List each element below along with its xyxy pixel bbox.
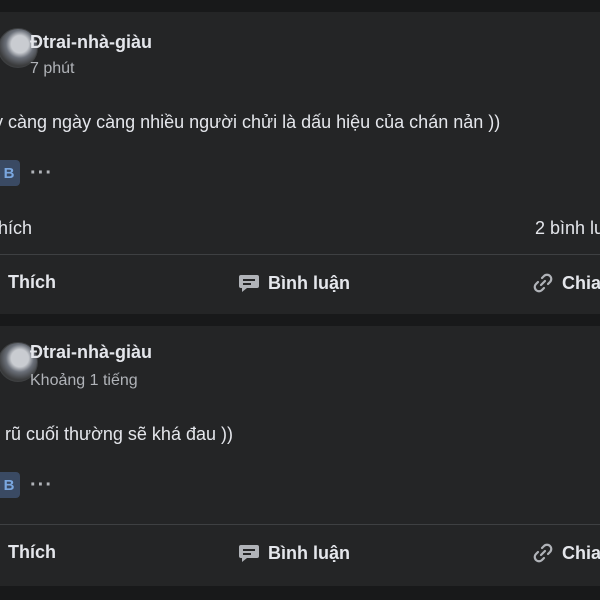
divider <box>0 524 600 525</box>
share-label: Chia <box>562 272 600 293</box>
post-text: y càng ngày càng nhiều người chửi là dấu… <box>0 112 501 132</box>
post-card: Đtrai-nhà-giàu 7 phút y càng ngày càng n… <box>0 12 600 314</box>
news-feed: Đtrai-nhà-giàu 7 phút y càng ngày càng n… <box>0 0 600 600</box>
comment-count[interactable]: 2 bình lu <box>535 218 600 239</box>
comment-button[interactable]: Bình luận <box>238 272 350 294</box>
post-card: Đtrai-nhà-giàu Khoảng 1 tiếng rũ cuối th… <box>0 326 600 586</box>
more-options-icon[interactable]: ··· <box>30 474 53 497</box>
like-label: Thích <box>8 272 56 292</box>
comment-button[interactable]: Bình luận <box>238 542 350 564</box>
post-time[interactable]: Khoảng 1 tiếng <box>30 372 138 390</box>
author-name[interactable]: Đtrai-nhà-giàu <box>30 342 152 363</box>
more-options-icon[interactable]: ··· <box>30 162 53 185</box>
reaction-badge[interactable]: B <box>0 472 20 498</box>
post-text: rũ cuối thường sẽ khá đau )) <box>5 424 233 444</box>
comment-icon <box>239 275 259 292</box>
comment-icon <box>239 545 259 562</box>
share-button[interactable]: Chia <box>532 272 600 294</box>
comment-label: Bình luận <box>268 542 350 563</box>
divider <box>0 254 600 255</box>
comment-label: Bình luận <box>268 272 350 293</box>
like-count[interactable]: hích <box>0 218 32 239</box>
reaction-badge[interactable]: B <box>0 160 20 186</box>
share-button[interactable]: Chia <box>532 542 600 564</box>
like-label: Thích <box>8 542 56 562</box>
author-name[interactable]: Đtrai-nhà-giàu <box>30 32 152 53</box>
share-label: Chia <box>562 542 600 563</box>
share-link-icon <box>533 273 553 293</box>
like-button[interactable]: Thích <box>8 542 56 563</box>
share-link-icon <box>533 543 553 563</box>
like-button[interactable]: Thích <box>8 272 56 293</box>
post-time[interactable]: 7 phút <box>30 60 74 78</box>
